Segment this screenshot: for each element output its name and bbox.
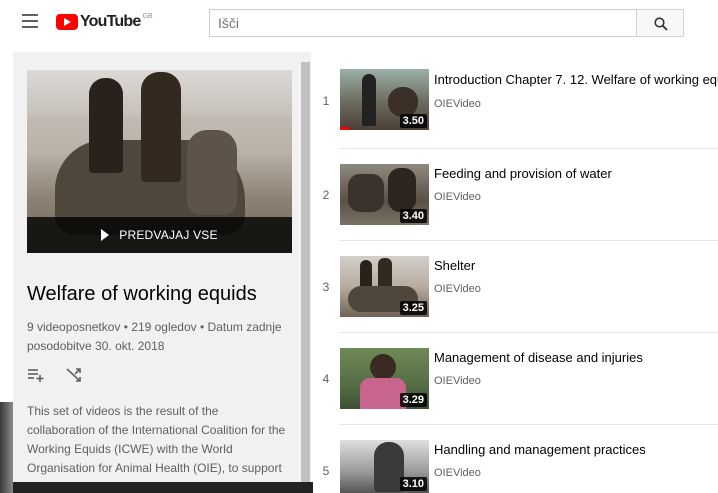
video-thumbnail[interactable]: 3.50 [340,69,429,130]
video-index: 3 [322,280,330,294]
playlist-title: Welfare of working equids [27,283,257,305]
playlist-add-icon[interactable] [27,366,45,384]
list-item[interactable]: 2 3.40 Feeding and provision of water OI… [318,148,718,240]
playlist-sidebar: PREDVAJAJ VSE Welfare of working equids … [13,52,311,493]
list-item[interactable]: 4 3.29 Management of disease and injurie… [318,332,718,424]
video-duration: 3.50 [399,114,427,128]
video-title[interactable]: Handling and management practices [434,442,646,457]
background-photo-fragment [0,402,13,493]
video-channel[interactable]: OIEVideo [434,467,481,479]
video-title[interactable]: Shelter [434,258,475,273]
divider [340,424,718,425]
search-box[interactable] [209,9,637,37]
search-icon [654,17,668,31]
video-title[interactable]: Management of disease and injuries [434,350,643,365]
video-thumbnail[interactable]: 3.10 [340,440,429,493]
video-thumbnail[interactable]: 3.29 [340,348,429,409]
divider [340,148,718,149]
video-channel[interactable]: OIEVideo [434,191,481,203]
video-index: 2 [322,188,330,202]
video-channel[interactable]: OIEVideo [434,283,481,295]
logo-text: YouTube [80,13,141,30]
playlist-meta: 9 videoposnetkov • 219 ogledov • Datum z… [27,320,282,353]
top-bar: YouTube GB [0,0,718,46]
scrollbar-thumb[interactable] [301,62,310,493]
video-index: 5 [322,464,330,478]
video-title[interactable]: Feeding and provision of water [434,166,612,181]
video-index: 4 [322,372,330,386]
search-button[interactable] [636,9,684,37]
video-thumbnail[interactable]: 3.40 [340,164,429,225]
divider [340,332,718,333]
logo-country: GB [142,12,153,20]
video-title[interactable]: Introduction Chapter 7. 12. Welfare of w… [434,72,718,87]
video-duration: 3.29 [399,393,427,407]
video-channel[interactable]: OIEVideo [434,375,481,387]
background-photo-strip [13,482,313,493]
list-item[interactable]: 5 3.10 Handling and management practices… [318,424,718,493]
hamburger-icon[interactable] [22,14,38,28]
video-duration: 3.40 [399,209,427,223]
play-all-label: PREDVAJAJ VSE [119,228,218,242]
youtube-logo[interactable]: YouTube GB [56,12,153,32]
search-input[interactable] [210,10,636,36]
shuffle-icon[interactable] [65,366,83,384]
list-item[interactable]: 1 3.50 Introduction Chapter 7. 12. Welfa… [318,62,718,154]
divider [340,240,718,241]
video-channel[interactable]: OIEVideo [434,98,481,110]
play-icon [101,229,110,241]
list-item[interactable]: 3 3.25 Shelter OIEVideo [318,240,718,332]
play-all-button[interactable]: PREDVAJAJ VSE [27,217,292,253]
video-duration: 3.10 [399,477,427,491]
youtube-play-icon [56,14,78,30]
video-index: 1 [322,94,330,108]
video-thumbnail[interactable]: 3.25 [340,256,429,317]
video-duration: 3.25 [399,301,427,315]
playlist-actions [27,366,83,386]
playlist-description: This set of videos is the result of the … [27,404,286,493]
